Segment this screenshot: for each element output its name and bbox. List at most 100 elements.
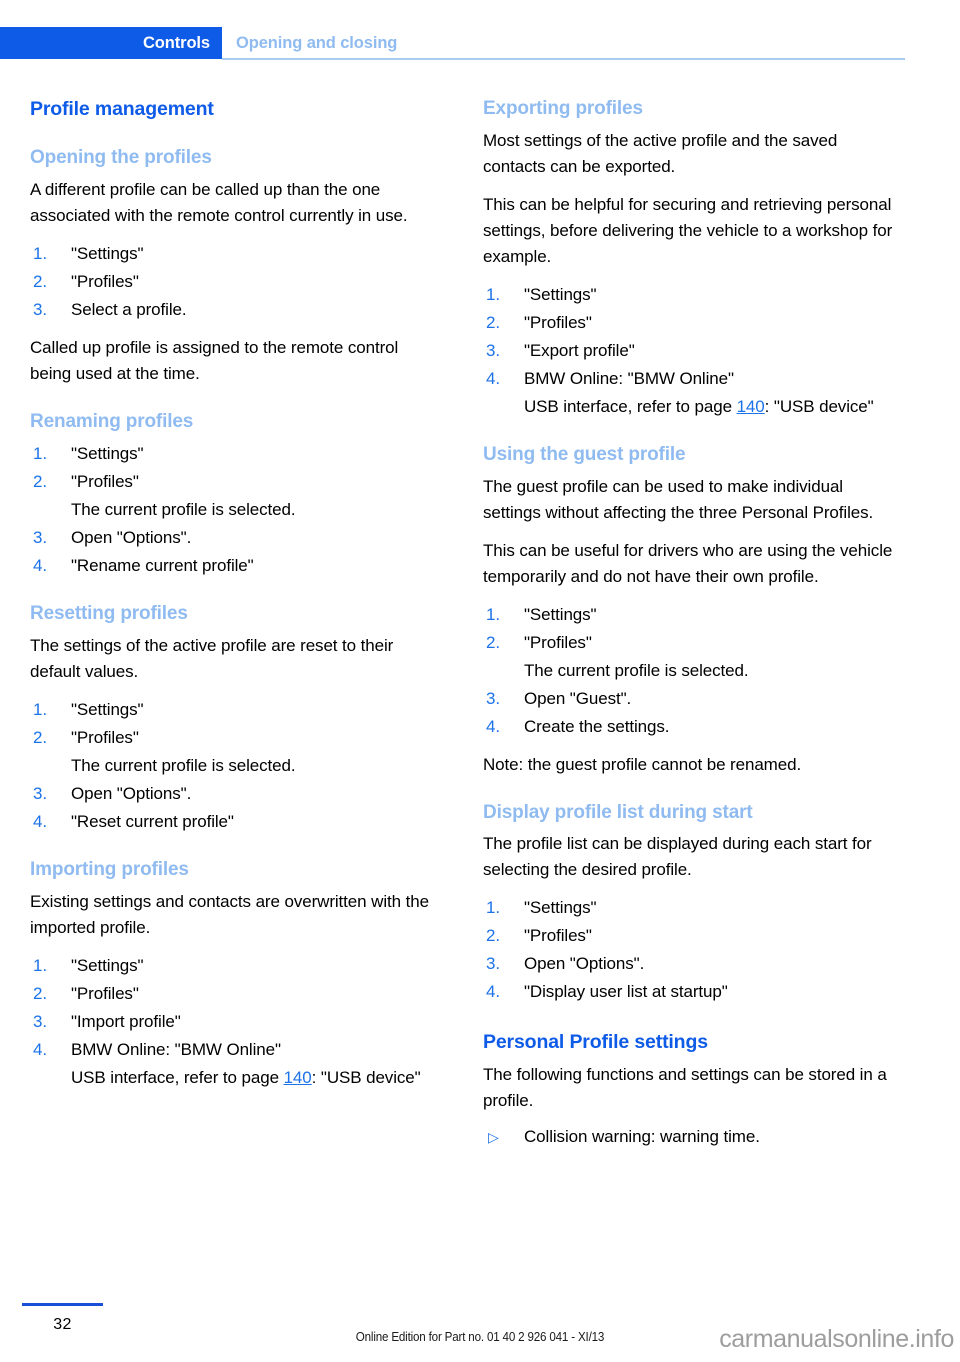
section-heading-display-profile-list-during-start: Display profile list during start	[483, 801, 753, 823]
step-number: 3.	[486, 954, 500, 974]
step-number: 3.	[486, 340, 500, 360]
usb-note-after: : "USB device"	[311, 1067, 421, 1087]
step-item: 4. "Display user list at startup"	[483, 979, 893, 1005]
step-text: Create the settings.	[524, 716, 670, 736]
step-number: 4.	[486, 716, 500, 736]
step-text: "Settings"	[71, 955, 144, 975]
step-text: "Profiles"	[524, 312, 592, 332]
step-item: 4. "Rename current profile"	[30, 553, 440, 579]
step-item: 1. "Settings"	[483, 282, 893, 308]
step-list-exporting-profiles: 1. "Settings" 2. "Profiles" 3. "Export p…	[483, 282, 893, 420]
step-text: "Profiles"	[524, 632, 592, 652]
section-outro-using-the-guest-profile: Note: the guest profile cannot be rename…	[483, 754, 802, 774]
section-intro2-exporting-profiles: This can be helpful for securing and ret…	[483, 194, 893, 266]
step-text: BMW Online: "BMW Online"	[524, 368, 734, 388]
step-number: 1.	[486, 898, 500, 918]
section-heading-opening-the-profiles: Opening the profiles	[30, 147, 212, 169]
page-reference-link[interactable]: 140	[284, 1068, 312, 1087]
step-text: "Settings"	[71, 244, 144, 264]
step-number: 2.	[486, 632, 500, 652]
right-column: Exporting profiles Most settings of the …	[483, 98, 893, 1150]
section-outro-opening-the-profiles: Called up profile is assigned to the rem…	[30, 338, 399, 384]
step-item: 4. "Reset current profile"	[30, 809, 440, 835]
step-text: Open "Options".	[71, 783, 192, 803]
section-heading-personal-profile-settings: Personal Profile settings	[483, 1031, 708, 1054]
header-chapter-label: Controls	[142, 33, 210, 52]
step-text: Open "Guest".	[524, 688, 632, 708]
step-text: "Display user list at startup"	[524, 982, 728, 1002]
step-number: 2.	[33, 983, 47, 1003]
step-number: 2.	[33, 471, 47, 491]
step-item: 3. Select a profile.	[30, 297, 440, 323]
step-note: The current profile is selected.	[524, 660, 749, 680]
left-column: Profile management Opening the profiles …	[30, 98, 440, 1103]
step-number: 3.	[33, 1011, 47, 1031]
step-note: The current profile is selected.	[71, 499, 296, 519]
step-text: "Reset current profile"	[71, 811, 234, 831]
step-text: "Profiles"	[524, 926, 592, 946]
step-text: BMW Online: "BMW Online"	[71, 1039, 281, 1059]
step-number: 3.	[33, 300, 47, 320]
step-number: 1.	[486, 604, 500, 624]
step-number: 2.	[33, 727, 47, 747]
section-heading-importing-profiles: Importing profiles	[30, 858, 189, 880]
step-list-display-profile-list-during-start: 1. "Settings" 2. "Profiles" 3. Open "Opt…	[483, 895, 893, 1005]
step-item: 4. Create the settings.	[483, 714, 893, 740]
step-list-using-the-guest-profile: 1. "Settings" 2. "Profiles" The current …	[483, 602, 893, 740]
step-item: 2. "Profiles"	[483, 310, 893, 336]
bullet-item: ▷ Collision warning: warning time.	[483, 1124, 893, 1150]
section-intro2-using-the-guest-profile: This can be useful for drivers who are u…	[483, 540, 893, 586]
step-item: 2. "Profiles"	[483, 630, 893, 656]
page-title: Profile management	[30, 98, 214, 120]
bullet-list-personal-profile-settings: ▷ Collision warning: warning time.	[483, 1124, 893, 1150]
section-intro-display-profile-list-during-start: The profile list can be displayed during…	[483, 834, 872, 880]
step-item: 2. "Profiles"	[30, 725, 440, 751]
page-reference-link[interactable]: 140	[737, 397, 765, 416]
triangle-bullet-icon: ▷	[488, 1128, 499, 1145]
step-text: Open "Options".	[524, 954, 645, 974]
step-item: 2. "Profiles"	[30, 981, 440, 1007]
step-number: 3.	[33, 527, 47, 547]
step-list-resetting-profiles: 1. "Settings" 2. "Profiles" The current …	[30, 697, 440, 835]
step-item: 3. Open "Options".	[483, 951, 893, 977]
step-number: 3.	[486, 688, 500, 708]
step-number: 4.	[486, 982, 500, 1002]
step-text: "Rename current profile"	[71, 555, 254, 575]
step-text: "Profiles"	[71, 983, 139, 1003]
step-number: 2.	[486, 312, 500, 332]
section-intro-using-the-guest-profile: The guest profile can be used to make in…	[483, 476, 874, 522]
step-list-opening-the-profiles: 1. "Settings" 2. "Profiles" 3. Select a …	[30, 241, 440, 323]
step-item: 1. "Settings"	[483, 895, 893, 921]
step-text: "Profiles"	[71, 727, 139, 747]
step-item: 4. BMW Online: "BMW Online"	[483, 366, 893, 392]
step-item: 3. Open "Guest".	[483, 686, 893, 712]
section-heading-renaming-profiles: Renaming profiles	[30, 411, 194, 433]
step-text: "Settings"	[524, 604, 597, 624]
step-number: 2.	[486, 926, 500, 946]
step-text: "Settings"	[524, 898, 597, 918]
header-chapter-block: Controls	[0, 27, 222, 59]
header-section-label: Opening and closing	[236, 33, 398, 52]
step-text: "Profiles"	[71, 471, 139, 491]
step-item: 3. Open "Options".	[30, 781, 440, 807]
section-heading-exporting-profiles: Exporting profiles	[483, 98, 643, 119]
step-text: Open "Options".	[71, 527, 192, 547]
step-number: 1.	[33, 443, 47, 463]
step-item: 4. BMW Online: "BMW Online"	[30, 1037, 440, 1063]
section-heading-using-the-guest-profile: Using the guest profile	[483, 443, 686, 465]
step-text: "Profiles"	[71, 272, 139, 292]
section-intro-resetting-profiles: The settings of the active profile are r…	[30, 635, 394, 681]
step-number: 4.	[33, 555, 47, 575]
bullet-text: Collision warning: warning time.	[524, 1126, 760, 1146]
page-header: Controls Opening and closing	[0, 27, 905, 59]
footer-divider	[22, 1303, 103, 1306]
step-note-usb-reference: USB interface, refer to page 140: "USB d…	[483, 394, 893, 420]
step-text: "Settings"	[71, 699, 144, 719]
header-section-block: Opening and closing	[236, 27, 397, 59]
step-item: 1. "Settings"	[30, 241, 440, 267]
step-item: 2. "Profiles"	[30, 269, 440, 295]
step-number: 4.	[33, 811, 47, 831]
step-item: 1. "Settings"	[30, 441, 440, 467]
step-number: 1.	[486, 284, 500, 304]
header-divider	[222, 58, 905, 60]
